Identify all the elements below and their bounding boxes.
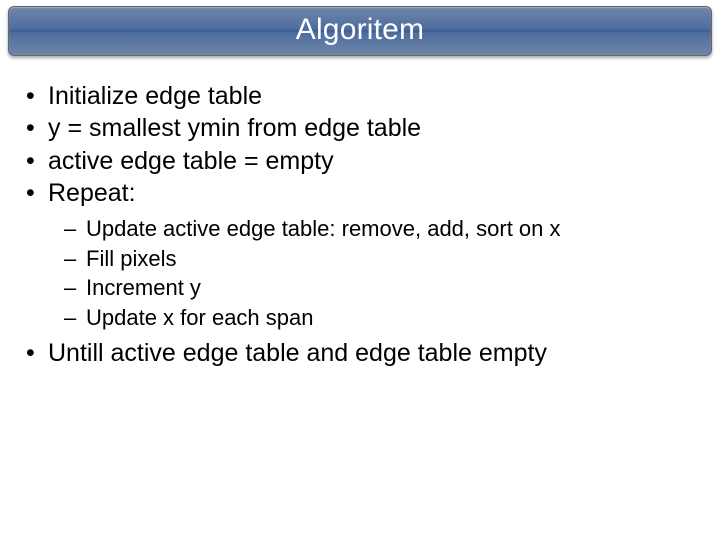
bullet-item-label: Repeat:	[48, 179, 136, 207]
bullet-list: Initialize edge table y = smallest ymin …	[10, 81, 710, 370]
slide-title: Algoritem	[9, 7, 711, 55]
sub-bullet-item: Update x for each span	[86, 304, 710, 333]
bullet-item: active edge table = empty	[48, 146, 710, 177]
sub-bullet-item: Increment y	[86, 274, 710, 303]
title-bar: Algoritem	[8, 6, 712, 56]
bullet-item: y = smallest ymin from edge table	[48, 113, 710, 144]
bullet-item: Repeat: Update active edge table: remove…	[48, 178, 710, 333]
sub-bullet-item: Update active edge table: remove, add, s…	[86, 215, 710, 244]
sub-bullet-item: Fill pixels	[86, 245, 710, 274]
bullet-item: Initialize edge table	[48, 81, 710, 112]
bullet-item: Untill active edge table and edge table …	[48, 338, 710, 369]
slide-body: Initialize edge table y = smallest ymin …	[0, 56, 720, 370]
slide: Algoritem Initialize edge table y = smal…	[0, 6, 720, 540]
sub-bullet-list: Update active edge table: remove, add, s…	[48, 215, 710, 332]
